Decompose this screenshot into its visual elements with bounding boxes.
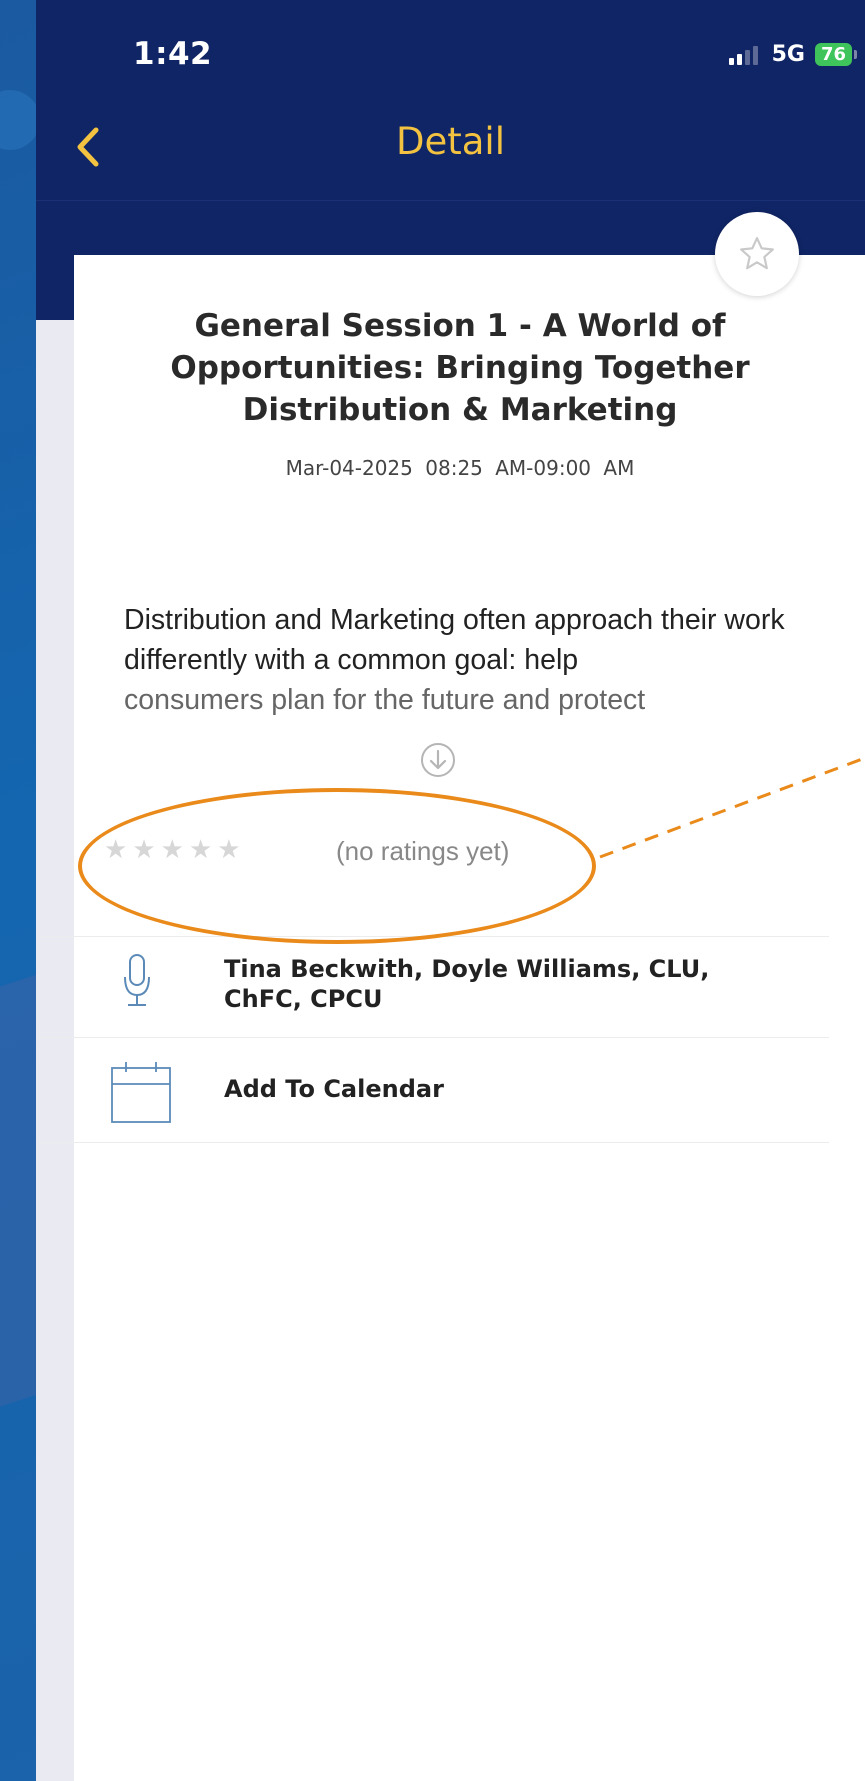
arrow-down-circle-icon [421,743,455,777]
expand-description-button[interactable] [418,740,458,780]
session-title: General Session 1 - A World of Opportuni… [170,308,750,428]
network-label: 5G [771,42,805,67]
star-icon[interactable]: ★ [217,830,240,870]
status-indicators: 5G 76 [728,42,857,67]
calendar-icon [111,1062,171,1123]
add-to-calendar-label: Add To Calendar [224,1075,444,1103]
star-icon[interactable]: ★ [189,830,212,870]
microphone-icon [124,954,150,1006]
rating-row[interactable]: ★ ★ ★ ★ ★ (no ratings yet) [104,830,824,876]
star-icon[interactable]: ★ [132,830,155,870]
description-text-faded: consumers plan for the future and protec… [124,684,646,716]
signal-icon [728,45,758,65]
star-icon[interactable]: ★ [104,830,127,870]
speakers-label: Tina Beckwith, Doyle Williams, CLU, ChFC… [224,955,710,1013]
star-outline-icon [740,237,774,270]
rating-text: (no ratings yet) [336,836,510,866]
rating-stars[interactable]: ★ ★ ★ ★ ★ [104,830,241,870]
status-time: 1:42 [133,36,213,72]
background-shape [0,90,40,150]
header-divider [36,200,865,201]
session-description: Distribution and Marketing often approac… [124,600,824,720]
battery-icon: 76 [814,43,852,66]
add-to-calendar-row[interactable]: Add To Calendar [38,1038,829,1142]
favorite-button[interactable] [715,212,799,296]
speakers-row[interactable]: Tina Beckwith, Doyle Williams, CLU, ChFC… [38,937,829,1037]
star-icon[interactable]: ★ [161,830,184,870]
session-date: Mar-04-2025 [285,456,413,480]
page-title: Detail [396,120,505,163]
description-text: Distribution and Marketing often approac… [124,604,785,676]
session-time-range: 08:25 AM-09:00 AM [425,456,635,480]
divider [38,1142,829,1143]
battery-tip [854,50,857,59]
session-datetime: Mar-04-2025 08:25 AM-09:00 AM [88,456,832,480]
